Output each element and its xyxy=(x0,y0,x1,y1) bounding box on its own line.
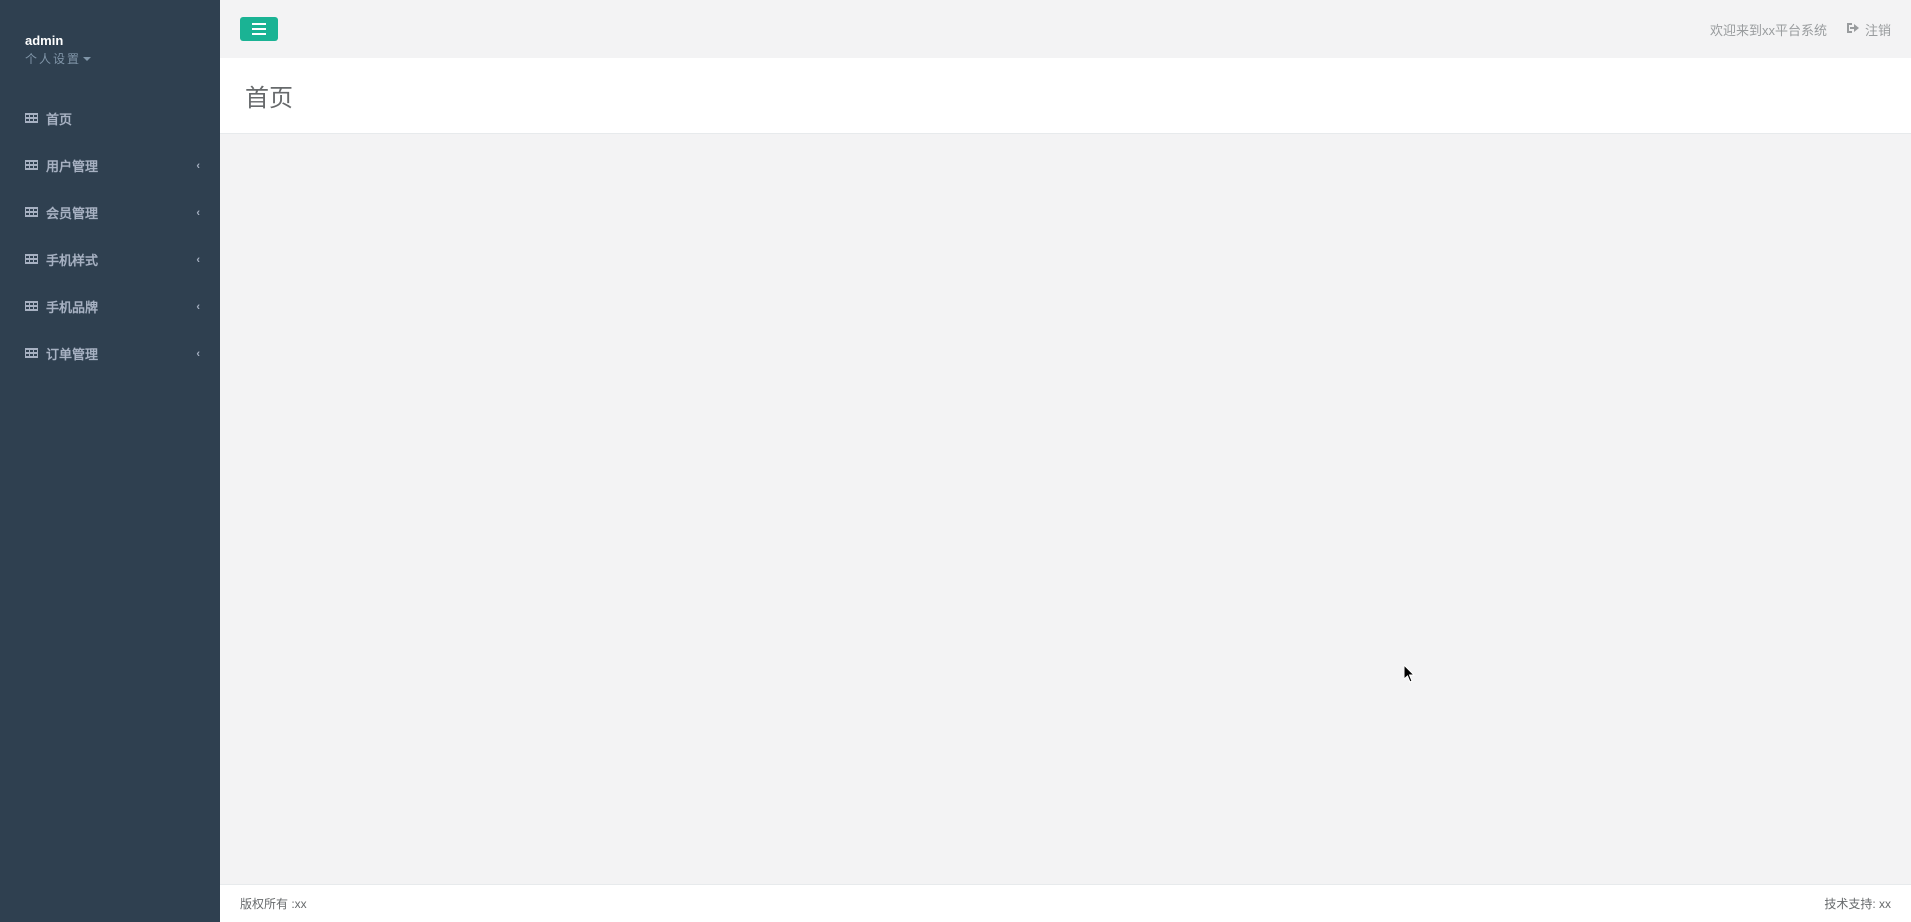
sidebar-item-home[interactable]: 首页 xyxy=(0,95,220,142)
logout-link[interactable]: 注销 xyxy=(1847,20,1891,39)
topbar-right: 欢迎来到xx平台系统 注销 xyxy=(1710,20,1891,39)
sidebar-item-member-mgmt[interactable]: 会员管理 ‹ xyxy=(0,189,220,236)
chevron-left-icon: ‹ xyxy=(196,301,200,313)
table-icon xyxy=(25,348,38,359)
content-area xyxy=(220,134,1911,884)
sidebar-item-phone-style[interactable]: 手机样式 ‹ xyxy=(0,236,220,283)
nav-list: 首页 用户管理 ‹ 会员管理 ‹ xyxy=(0,85,220,377)
welcome-text: 欢迎来到xx平台系统 xyxy=(1710,20,1827,39)
table-icon xyxy=(25,113,38,124)
nav-label: 用户管理 xyxy=(46,156,196,175)
nav-header: admin 个人设置 xyxy=(0,0,220,85)
table-icon xyxy=(25,207,38,218)
table-icon xyxy=(25,160,38,171)
caret-down-icon xyxy=(83,57,91,61)
nav-label: 首页 xyxy=(46,109,200,128)
main-area: 欢迎来到xx平台系统 注销 首页 版权所有 :xx 技术支持: xx xyxy=(220,0,1911,922)
toggle-sidebar-button[interactable] xyxy=(240,17,278,41)
chevron-left-icon: ‹ xyxy=(196,348,200,360)
table-icon xyxy=(25,301,38,312)
sidebar-item-user-mgmt[interactable]: 用户管理 ‹ xyxy=(0,142,220,189)
sidebar-item-phone-brand[interactable]: 手机品牌 ‹ xyxy=(0,283,220,330)
logout-label: 注销 xyxy=(1865,20,1891,39)
nav-label: 会员管理 xyxy=(46,203,196,222)
nav-label: 订单管理 xyxy=(46,344,196,363)
chevron-left-icon: ‹ xyxy=(196,254,200,266)
table-icon xyxy=(25,254,38,265)
bars-icon xyxy=(252,23,266,35)
user-settings-label: 个人设置 xyxy=(25,50,81,67)
sidebar-item-order-mgmt[interactable]: 订单管理 ‹ xyxy=(0,330,220,377)
page-heading: 首页 xyxy=(220,58,1911,134)
sign-out-icon xyxy=(1847,22,1859,37)
topbar: 欢迎来到xx平台系统 注销 xyxy=(220,0,1911,58)
sidebar: admin 个人设置 首页 用户管理 xyxy=(0,0,220,922)
nav-label: 手机样式 xyxy=(46,250,196,269)
footer: 版权所有 :xx 技术支持: xx xyxy=(220,884,1911,922)
footer-copyright: 版权所有 :xx xyxy=(240,895,307,912)
user-settings-dropdown[interactable]: 个人设置 xyxy=(25,50,91,67)
nav-label: 手机品牌 xyxy=(46,297,196,316)
username: admin xyxy=(25,33,195,48)
footer-support: 技术支持: xx xyxy=(1824,895,1891,912)
page-title: 首页 xyxy=(245,78,1886,113)
chevron-left-icon: ‹ xyxy=(196,160,200,172)
chevron-left-icon: ‹ xyxy=(196,207,200,219)
